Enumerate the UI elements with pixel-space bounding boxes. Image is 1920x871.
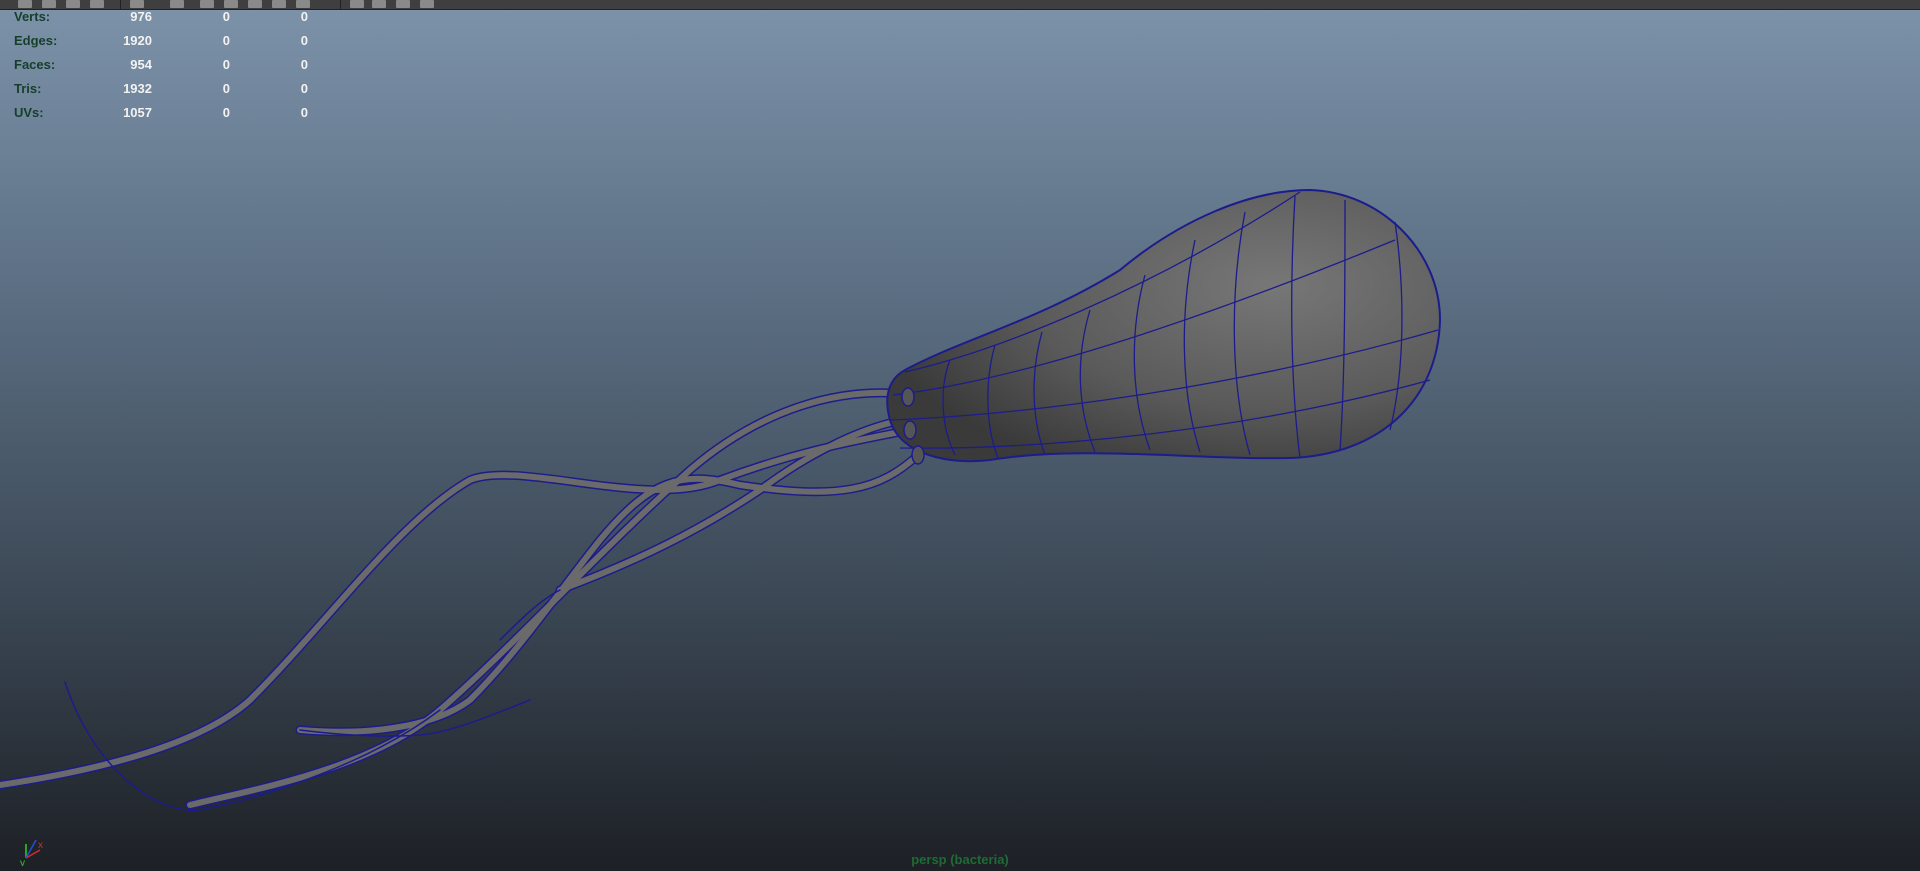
flagella [0, 388, 923, 811]
axis-x-label: x [38, 840, 43, 851]
axis-gizmo: x y [18, 832, 52, 869]
axis-y-label: y [20, 858, 25, 866]
camera-name-label: persp (bacteria) [911, 852, 1009, 867]
bacteria-model[interactable] [0, 0, 1920, 871]
bacteria-body [886, 188, 1442, 465]
